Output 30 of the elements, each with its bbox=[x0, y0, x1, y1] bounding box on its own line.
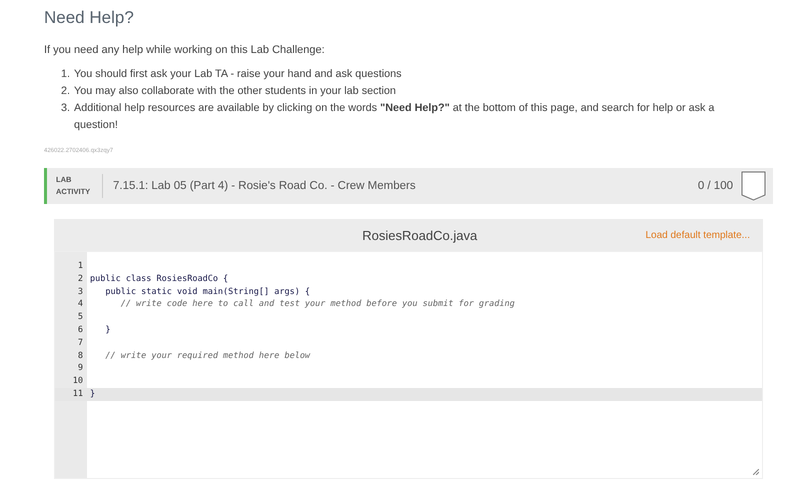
badge-icon bbox=[741, 171, 766, 201]
line-number: 9 bbox=[76, 362, 84, 376]
line-number: 11 bbox=[55, 388, 87, 401]
code-line: public static void main(String[] args) { bbox=[104, 286, 312, 298]
resize-grip-icon[interactable] bbox=[753, 469, 759, 475]
line-number: 2 bbox=[76, 272, 84, 286]
score: 0 / 100 bbox=[698, 180, 733, 192]
line-number: 8 bbox=[76, 350, 84, 362]
file-name: RosiesRoadCo.java bbox=[361, 228, 478, 242]
code-line: // write your required method here below bbox=[104, 350, 312, 362]
code-line: } bbox=[104, 324, 112, 337]
list-number: 3. bbox=[61, 101, 72, 116]
help-list-item: You should first ask your Lab TA - raise your hand and ask questions bbox=[74, 67, 403, 82]
line-number: 5 bbox=[76, 311, 84, 324]
help-list-item: You may also collaborate with the other students in your lab section bbox=[74, 84, 397, 99]
line-number: 10 bbox=[72, 375, 84, 388]
code-line: // write code here to call and test your method before you submit for grading bbox=[120, 298, 516, 312]
line-number: 7 bbox=[76, 336, 84, 350]
load-template-link[interactable]: Load default template... bbox=[645, 230, 750, 240]
intro-text: If you need any help while working on this Lab Challenge: bbox=[44, 44, 326, 56]
lab-title: 7.15.1: Lab 05 (Part 4) - Rosie's Road Co. - Crew Members bbox=[112, 180, 417, 192]
code-line: public class RosiesRoadCo { bbox=[89, 272, 230, 286]
line-number: 6 bbox=[76, 324, 84, 337]
help-list-item: Additional help resources are available by clicking on the words "Need Help?" at the bottom of this page, and search for help or ask a question! bbox=[74, 101, 716, 133]
line-number: 3 bbox=[76, 286, 84, 298]
section-heading: Need Help? bbox=[44, 8, 135, 28]
line-number: 4 bbox=[76, 298, 84, 312]
list-number: 2. bbox=[61, 84, 72, 99]
line-number: 1 bbox=[76, 260, 84, 273]
list-number: 1. bbox=[61, 67, 72, 82]
